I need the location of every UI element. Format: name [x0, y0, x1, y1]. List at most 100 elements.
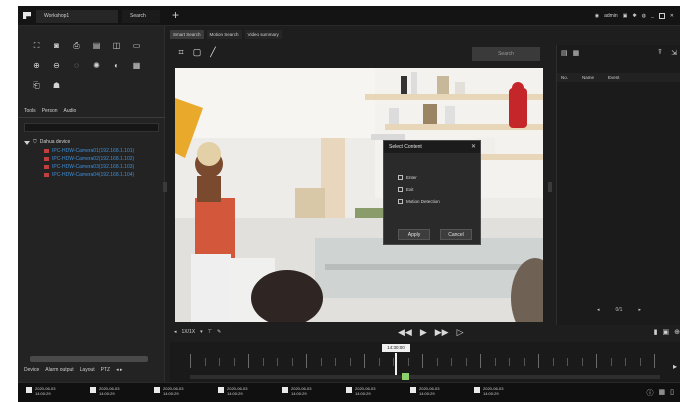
- print-icon[interactable]: ⎙: [70, 40, 83, 51]
- export-results-icon[interactable]: ⇲: [671, 49, 677, 57]
- option-motion-detection[interactable]: Motion Detection: [398, 199, 440, 204]
- snapshot-item[interactable]: 2020-06-03 14:00:29: [282, 386, 311, 396]
- timeline[interactable]: 14:30:00 ▸: [170, 342, 680, 382]
- sun-icon[interactable]: ✺: [90, 60, 103, 71]
- rewind-icon[interactable]: ◀◀: [398, 327, 412, 338]
- expand-icon[interactable]: [24, 140, 30, 145]
- play-icon[interactable]: ▶: [420, 327, 427, 338]
- snapshot-item[interactable]: 2020-06-03 14:00:29: [90, 386, 119, 396]
- zoom-out-icon[interactable]: ⊖: [50, 60, 63, 71]
- filter-icon[interactable]: ⍒: [658, 49, 662, 57]
- speed-label[interactable]: 1X/1X: [182, 329, 196, 335]
- clip-tool-icon[interactable]: ⊤: [208, 329, 212, 335]
- select-content-dialog: Select Content ✕ Enter Exit Motion Detec…: [383, 140, 481, 245]
- tab-video-summary[interactable]: Video summary: [244, 30, 282, 39]
- tab-device[interactable]: Device: [24, 367, 39, 373]
- tab-workshop[interactable]: Workshop1: [36, 10, 118, 23]
- info-icon[interactable]: ⓘ: [647, 388, 654, 398]
- snapshot-item[interactable]: 2020-06-03 14:00:29: [26, 386, 55, 396]
- left-scrollbar[interactable]: [30, 356, 148, 362]
- video-view[interactable]: [175, 68, 543, 322]
- timeline-track[interactable]: [190, 375, 660, 379]
- timeline-marker[interactable]: [402, 373, 409, 380]
- person-icon[interactable]: ☗: [50, 80, 63, 91]
- snapshot-item[interactable]: 2020-06-03 14:00:29: [410, 386, 439, 396]
- grid-icon[interactable]: ▦: [130, 60, 143, 71]
- tab-tools[interactable]: Tools: [24, 108, 36, 114]
- help-icon[interactable]: ◍: [642, 13, 646, 19]
- more-icon[interactable]: ◂ ▸: [116, 367, 122, 373]
- timeline-tick: [204, 358, 206, 366]
- fisheye-icon[interactable]: ◌: [70, 60, 83, 71]
- add-tab-button[interactable]: +: [172, 8, 179, 22]
- checkbox[interactable]: [398, 187, 403, 192]
- dropdown-icon[interactable]: ▾: [200, 329, 203, 335]
- snapshot-item[interactable]: 2020-06-03 14:00:29: [154, 386, 183, 396]
- contrast-icon[interactable]: ◐: [110, 60, 123, 71]
- tree-item[interactable]: IPC-HDW-Camera02(192.168.1.102): [24, 155, 162, 163]
- username[interactable]: admin: [604, 13, 618, 19]
- close-icon[interactable]: ✕: [670, 13, 674, 19]
- prev-page-icon[interactable]: ◂: [597, 307, 600, 313]
- collapse-left-handle[interactable]: [163, 182, 167, 192]
- region-tool-icon[interactable]: ⌗: [176, 47, 186, 57]
- option-enter[interactable]: Enter: [398, 175, 417, 180]
- snapshot-item[interactable]: 2020-06-03 14:00:29: [474, 386, 503, 396]
- grid-view-icon[interactable]: ▦: [659, 388, 666, 398]
- export-icon[interactable]: ⎗: [30, 80, 43, 91]
- maximize-icon[interactable]: [658, 13, 665, 19]
- tab-ptz[interactable]: PTZ: [101, 367, 110, 373]
- tree-item-label: IPC-HDW-Camera01(192.168.1.101): [52, 148, 135, 154]
- tab-alarm-output[interactable]: Alarm output: [45, 367, 73, 373]
- tab-layout[interactable]: Layout: [80, 367, 95, 373]
- rectangle-tool-icon[interactable]: ▢: [192, 47, 202, 57]
- settings-icon[interactable]: ✱: [632, 13, 636, 19]
- cancel-button[interactable]: Cancel: [440, 229, 472, 240]
- option-exit[interactable]: Exit: [398, 187, 414, 192]
- next-page-icon[interactable]: ▸: [638, 307, 641, 313]
- record-icon[interactable]: ▤: [90, 40, 103, 51]
- marker-icon[interactable]: ▮: [654, 328, 658, 336]
- step-icon[interactable]: ▷: [457, 327, 464, 338]
- close-strip-icon[interactable]: ▯: [670, 388, 674, 398]
- fast-forward-icon[interactable]: ▶▶: [435, 327, 449, 338]
- minimize-icon[interactable]: _: [651, 13, 654, 19]
- strip-controls: ⓘ ▦ ▯: [647, 388, 674, 398]
- tab-smart-search[interactable]: Smart Search: [170, 30, 204, 39]
- tab-motion-search[interactable]: Motion Search: [206, 30, 242, 39]
- tree-item[interactable]: IPC-HDW-Camera01(192.168.1.101): [24, 147, 162, 155]
- zoom-in-icon[interactable]: ⊕: [30, 60, 43, 71]
- snapshot-item[interactable]: 2020-06-03 14:00:29: [218, 386, 247, 396]
- apply-button[interactable]: Apply: [398, 229, 430, 240]
- layout-icon[interactable]: ▣: [663, 328, 670, 336]
- fullscreen-icon[interactable]: ⛶: [30, 40, 43, 51]
- display-icon[interactable]: ▭: [130, 40, 143, 51]
- tree-root[interactable]: ⛉ Dahua device: [24, 138, 162, 147]
- col-event: Event: [608, 75, 620, 80]
- snapshot-item[interactable]: 2020-06-03 14:00:29: [346, 386, 375, 396]
- checkbox[interactable]: [398, 199, 403, 204]
- edit-icon[interactable]: ✎: [217, 329, 221, 335]
- timeline-next-icon[interactable]: ▸: [673, 362, 677, 371]
- snapshot-icon[interactable]: ◙: [50, 40, 63, 51]
- time-cursor[interactable]: [395, 353, 397, 375]
- zoom-timeline-icon[interactable]: ⊕: [674, 328, 680, 336]
- search-button[interactable]: Search: [472, 47, 540, 61]
- list-view-icon[interactable]: ▤: [561, 49, 568, 57]
- checkbox[interactable]: [398, 175, 403, 180]
- tab-person[interactable]: Person: [42, 108, 58, 114]
- line-tool-icon[interactable]: ╱: [208, 47, 218, 57]
- dialog-close-icon[interactable]: ✕: [471, 141, 476, 153]
- thumbnail-view-icon[interactable]: ▦: [573, 49, 580, 57]
- results-view-toggle: ▤ ▦ ⍒ ⇲: [557, 45, 680, 61]
- tab-search[interactable]: Search: [122, 10, 160, 23]
- clip-icon[interactable]: ◫: [110, 40, 123, 51]
- tab-audio[interactable]: Audio: [64, 108, 77, 114]
- lock-icon[interactable]: ▣: [623, 13, 628, 19]
- tree-item[interactable]: IPC-HDW-Camera03(192.168.1.103): [24, 163, 162, 171]
- device-search-input[interactable]: [24, 123, 159, 132]
- collapse-right-handle[interactable]: [548, 182, 552, 192]
- tree-item[interactable]: IPC-HDW-Camera04(192.168.1.104): [24, 171, 162, 179]
- user-icon[interactable]: ◉: [595, 13, 599, 19]
- stop-icon[interactable]: ◂: [174, 329, 177, 335]
